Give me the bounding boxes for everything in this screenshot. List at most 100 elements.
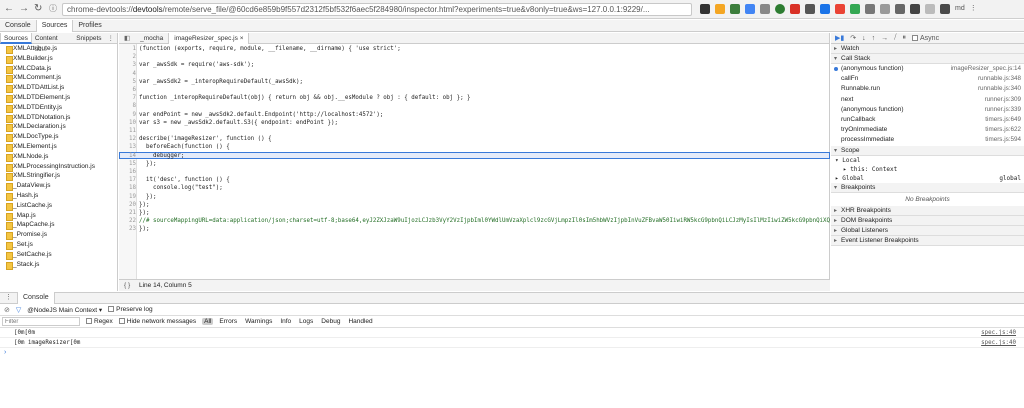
regex-checkbox[interactable]: Regex <box>86 318 113 325</box>
file-item[interactable]: XMLAttribute.js <box>0 44 117 54</box>
file-item[interactable]: XMLComment.js <box>0 73 117 84</box>
extension-icon[interactable] <box>895 4 905 14</box>
call-frame[interactable]: (anonymous function) imageResizer_spec.js… <box>831 64 1024 74</box>
forward-icon[interactable]: → <box>19 3 29 15</box>
clear-console-icon[interactable]: ⊘ <box>4 306 10 314</box>
tab-console-drawer[interactable]: Console <box>17 292 55 304</box>
extension-icon[interactable] <box>805 4 815 14</box>
line-number[interactable]: 7 <box>119 95 137 101</box>
tab-profiles[interactable]: Profiles <box>73 20 106 32</box>
tab-sources-navigator[interactable]: Sources <box>0 33 32 44</box>
call-frame[interactable]: tryOnImmediate timers.js:622 <box>831 125 1024 135</box>
drawer-menu-icon[interactable]: ⋮ <box>0 292 17 304</box>
call-frame-location[interactable]: imageResizer_spec.js:14 <box>951 64 1021 74</box>
extension-icon[interactable] <box>730 4 740 14</box>
call-frame[interactable]: callFn runnable.js:348 <box>831 74 1024 84</box>
call-frame[interactable]: runCallback timers.js:649 <box>831 115 1024 125</box>
back-icon[interactable]: ← <box>4 3 14 15</box>
tab-snippets[interactable]: Snippets <box>73 33 104 44</box>
dom-breakpoints-section[interactable]: DOM Breakpoints <box>831 215 1024 226</box>
file-item[interactable]: XMLDTDAttList.js <box>0 83 117 93</box>
call-frame-location[interactable]: runner.js:339 <box>985 105 1021 115</box>
scope-local[interactable]: ▾ Local <box>831 156 1024 165</box>
tab-console[interactable]: Console <box>0 20 36 32</box>
level-filter-handled[interactable]: Handled <box>346 318 374 325</box>
file-item[interactable]: _SetCache.js <box>0 250 117 260</box>
context-selector[interactable]: @NodeJS Main Context ▾ <box>27 306 102 314</box>
close-icon[interactable]: × <box>240 35 244 42</box>
line-number[interactable]: 21 <box>119 210 136 216</box>
file-item[interactable]: _Stack.js <box>0 260 117 270</box>
level-filter-warnings[interactable]: Warnings <box>243 318 274 325</box>
line-number[interactable]: 3 <box>119 62 137 68</box>
hide-network-checkbox[interactable]: Hide network messages <box>118 318 196 325</box>
call-stack-section[interactable]: Call Stack <box>831 54 1024 64</box>
toggle-navigator-icon[interactable]: ◧ <box>119 33 135 44</box>
line-number[interactable]: 2 <box>119 54 137 60</box>
scope-this[interactable]: ▸ this: Context <box>831 165 1024 174</box>
line-number[interactable]: 23 <box>119 226 136 232</box>
reload-icon[interactable]: ↻ <box>34 3 42 15</box>
scope-global[interactable]: ▸ Global global <box>831 174 1024 183</box>
line-number[interactable]: 16 <box>119 169 136 175</box>
extension-icon[interactable] <box>835 4 845 14</box>
step-out-icon[interactable]: ↑ <box>872 35 876 42</box>
extension-icon[interactable] <box>865 4 875 14</box>
pretty-print-icon[interactable]: { } <box>124 280 130 291</box>
file-item[interactable]: XMLElement.js <box>0 142 117 152</box>
watch-section[interactable]: Watch <box>831 44 1024 54</box>
global-listeners-section[interactable]: Global Listeners <box>831 225 1024 236</box>
menu-icon[interactable]: ⋮ <box>970 4 977 14</box>
extension-icon[interactable] <box>820 4 830 14</box>
event-listener-breakpoints-section[interactable]: Event Listener Breakpoints <box>831 235 1024 246</box>
file-item[interactable]: XMLDTDEntity.js <box>0 103 117 113</box>
more-icon[interactable]: ⋮ <box>105 33 118 44</box>
line-number[interactable]: 5 <box>119 79 137 85</box>
step-icon[interactable]: → <box>881 35 888 42</box>
info-icon[interactable]: ⓘ <box>49 3 57 15</box>
call-frame-location[interactable]: runnable.js:340 <box>978 84 1021 94</box>
step-over-icon[interactable]: ↷ <box>850 34 856 42</box>
file-item[interactable]: XMLDeclaration.js <box>0 122 117 133</box>
line-number[interactable]: 18 <box>119 185 136 191</box>
line-number[interactable]: 8 <box>119 103 137 109</box>
level-filter-logs[interactable]: Logs <box>297 318 315 325</box>
line-number[interactable]: 12 <box>119 136 136 142</box>
call-frame-location[interactable]: runnable.js:348 <box>978 74 1021 84</box>
tab-mocha[interactable]: _mocha <box>135 33 168 44</box>
deactivate-breakpoints-icon[interactable]: ⧸ <box>894 34 896 42</box>
file-item[interactable]: _Promise.js <box>0 230 117 240</box>
file-item[interactable]: _MapCache.js <box>0 220 117 231</box>
file-item[interactable]: XMLNode.js <box>0 152 117 162</box>
file-item[interactable]: _Hash.js <box>0 191 117 201</box>
file-item[interactable]: XMLBuilder.js <box>0 54 117 64</box>
call-frame[interactable]: (anonymous function) runner.js:339 <box>831 105 1024 115</box>
console-prompt[interactable]: › <box>0 348 1024 358</box>
pause-icon[interactable]: ▶▮ <box>835 34 844 42</box>
line-number[interactable]: 1 <box>119 46 137 52</box>
call-frame-location[interactable]: runner.js:309 <box>985 95 1021 105</box>
console-message-source[interactable]: spec.js:40 <box>981 338 1016 348</box>
file-item[interactable]: _DataView.js <box>0 181 117 191</box>
file-item[interactable]: XMLProcessingInstruction.js <box>0 162 117 172</box>
breakpoints-section[interactable]: Breakpoints <box>831 182 1024 193</box>
line-number[interactable]: 20 <box>119 202 136 208</box>
level-filter-all[interactable]: All <box>202 318 214 325</box>
extension-icon[interactable] <box>910 4 920 14</box>
tab-sources[interactable]: Sources <box>35 19 74 32</box>
line-number[interactable]: 22 <box>119 218 136 224</box>
level-filter-info[interactable]: Info <box>278 318 293 325</box>
file-item[interactable]: XMLStringifier.js <box>0 171 117 182</box>
call-frame[interactable]: processImmediate timers.js:594 <box>831 135 1024 145</box>
line-number[interactable]: 15 <box>119 161 136 167</box>
extension-icon[interactable] <box>790 4 800 14</box>
extension-icon[interactable] <box>700 4 710 14</box>
line-number[interactable]: 19 <box>119 194 136 200</box>
call-frame-location[interactable]: timers.js:649 <box>985 115 1021 125</box>
line-number[interactable]: 17 <box>119 177 136 183</box>
extension-icon[interactable] <box>940 4 950 14</box>
address-bar[interactable]: chrome-devtools://devtools/remote/serve_… <box>62 3 692 16</box>
extension-icon[interactable] <box>715 4 725 14</box>
tab-content-scripts[interactable]: Content sc... <box>32 33 73 53</box>
line-number[interactable]: 13 <box>119 144 136 150</box>
